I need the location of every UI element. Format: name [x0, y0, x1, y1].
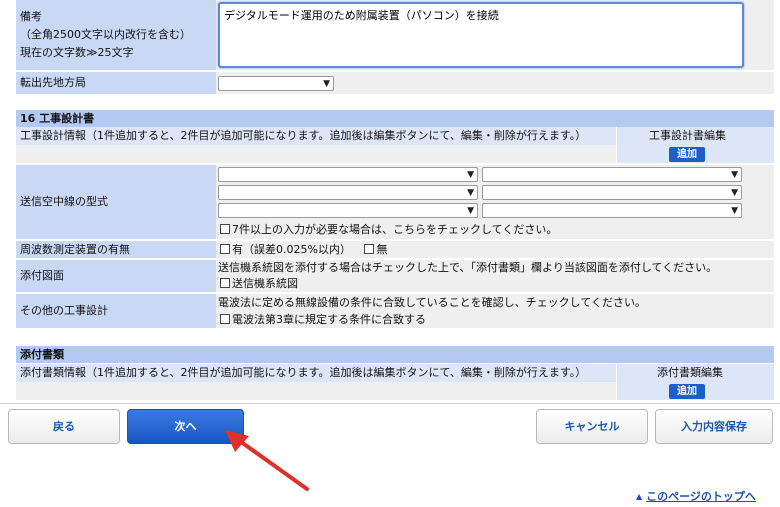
cancel-button[interactable]: キャンセル: [536, 409, 648, 444]
freq-yes-checkbox[interactable]: [220, 244, 230, 254]
attachments-add-button[interactable]: 追加: [669, 384, 705, 399]
attachments-header: 添付書類: [16, 346, 774, 363]
freq-options: 有（誤差0.025%以内） 無: [220, 243, 387, 257]
freq-no-checkbox[interactable]: [364, 244, 375, 254]
freq-no-label: 無: [376, 243, 388, 256]
antenna-label: 送信空中線の型式: [20, 195, 108, 208]
section16-info-blank: [16, 145, 616, 163]
section16-info-text: 工事設計情報（1件追加すると、2件目が追加可能になります。追加後は編集ボタンにて…: [20, 129, 587, 142]
antenna-more-label: 7件以上の入力が必要な場合は、こちらをチェックしてください。: [232, 223, 558, 236]
attach-label: 添付図面: [20, 269, 64, 282]
section16-edit-header: 工事設計書編集: [649, 129, 726, 142]
antenna-row: 送信空中線の型式 ▼ ▼ ▼ ▼ ▼ ▼ 7件以上の入力が必要な場合は、こちらを…: [16, 165, 774, 239]
save-button[interactable]: 入力内容保存: [655, 409, 773, 444]
section16-header: 16 工事設計書: [16, 110, 774, 127]
antenna-select-1a[interactable]: ▼: [218, 167, 478, 182]
antenna-more-option: 7件以上の入力が必要な場合は、こちらをチェックしてください。: [220, 223, 557, 237]
antenna-select-2a[interactable]: ▼: [218, 185, 478, 200]
page-top-label: このページのトップへ: [646, 490, 756, 503]
chevron-down-icon: ▼: [731, 188, 738, 198]
remarks-row: 備考 （全角2500文字以内改行を含む） 現在の文字数≫25文字: [16, 0, 774, 70]
back-button[interactable]: 戻る: [8, 409, 120, 444]
attach-option: 送信機系統図: [220, 277, 298, 291]
attach-check-label: 送信機系統図: [232, 277, 298, 290]
chevron-down-icon: ▼: [467, 188, 474, 198]
attachments-info-text: 添付書類情報（1件追加すると、2件目が追加可能になります。追加後は編集ボタンにて…: [20, 366, 587, 379]
freq-yes-label: 有（誤差0.025%以内）: [232, 243, 351, 256]
chevron-down-icon: ▼: [731, 170, 738, 180]
attach-checkbox[interactable]: [220, 278, 230, 288]
divider: [0, 403, 780, 404]
page-top-link[interactable]: ▲ このページのトップへ: [636, 488, 756, 504]
antenna-select-3b[interactable]: ▼: [482, 203, 742, 218]
transfer-select[interactable]: ▼: [218, 76, 334, 91]
other-row: その他の工事設計 電波法に定める無線設備の条件に合致していることを確認し、チェッ…: [16, 294, 774, 328]
other-desc: 電波法に定める無線設備の条件に合致していることを確認し、チェックしてください。: [218, 296, 647, 309]
antenna-select-2b[interactable]: ▼: [482, 185, 742, 200]
antenna-more-checkbox[interactable]: [220, 224, 230, 234]
attach-row: 添付図面 送信機系統図を添付する場合はチェックした上で、「添付書類」欄より当該図…: [16, 260, 774, 292]
attachments-edit-cell: 添付書類編集 追加: [616, 364, 774, 400]
attachments-info-blank: [16, 382, 616, 400]
other-checkbox[interactable]: [220, 314, 230, 324]
section16-add-button[interactable]: 追加: [669, 147, 705, 162]
remarks-char-count: 現在の文字数≫25文字: [20, 46, 134, 59]
attach-desc: 送信機系統図を添付する場合はチェックした上で、「添付書類」欄より当該図面を添付し…: [218, 261, 718, 274]
section16-title: 16 工事設計書: [20, 112, 95, 125]
transfer-row: 転出先地方局 ▼: [16, 72, 774, 94]
red-arrow-icon: [225, 430, 309, 491]
other-check-label: 電波法第3章に規定する条件に合致する: [232, 313, 426, 326]
other-option: 電波法第3章に規定する条件に合致する: [220, 313, 426, 327]
antenna-select-3a[interactable]: ▼: [218, 203, 478, 218]
antenna-select-1b[interactable]: ▼: [482, 167, 742, 182]
remarks-label-title: 備考: [20, 10, 42, 23]
chevron-down-icon: ▼: [467, 170, 474, 180]
attachments-edit-header: 添付書類編集: [657, 366, 723, 379]
attachments-info-row: 添付書類情報（1件追加すると、2件目が追加可能になります。追加後は編集ボタンにて…: [16, 364, 774, 400]
transfer-label: 転出先地方局: [20, 76, 86, 89]
remarks-label-limit: （全角2500文字以内改行を含む）: [20, 28, 191, 41]
other-label: その他の工事設計: [20, 304, 108, 317]
attachments-title: 添付書類: [20, 348, 64, 361]
section16-edit-cell: 工事設計書編集 追加: [616, 127, 774, 163]
section16-info-row: 工事設計情報（1件追加すると、2件目が追加可能になります。追加後は編集ボタンにて…: [16, 127, 774, 163]
chevron-down-icon: ▼: [731, 206, 738, 216]
chevron-down-icon: ▼: [323, 79, 330, 89]
triangle-up-icon: ▲: [636, 492, 643, 501]
remarks-textarea[interactable]: [218, 2, 744, 68]
chevron-down-icon: ▼: [467, 206, 474, 216]
freq-label: 周波数測定装置の有無: [20, 243, 130, 256]
freq-row: 周波数測定装置の有無 有（誤差0.025%以内） 無: [16, 241, 774, 258]
